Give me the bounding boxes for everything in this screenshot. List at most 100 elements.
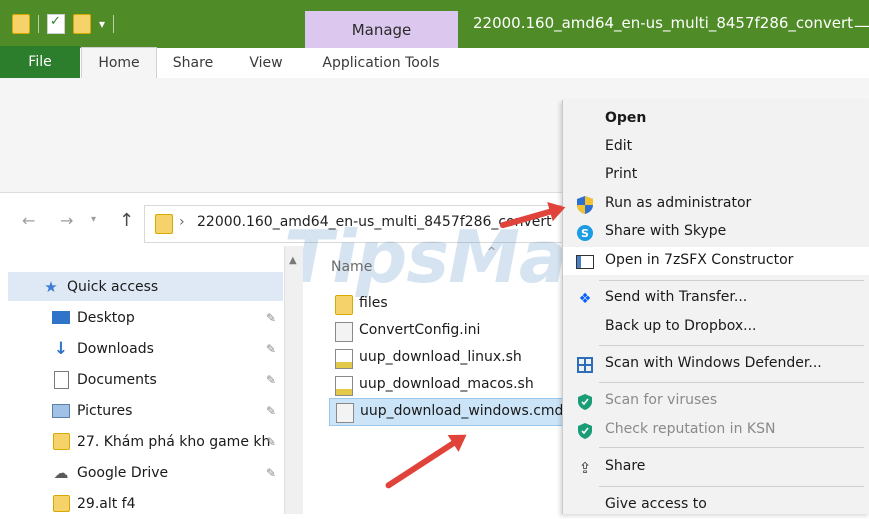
menu-item-label: Give access to xyxy=(605,496,707,512)
scroll-up-icon[interactable]: ▲ xyxy=(289,255,297,266)
ribbon-tab-bar: File Home Share View Application Tools xyxy=(0,46,869,80)
menu-separator xyxy=(599,382,864,383)
list-item[interactable]: uup_download_macos.sh xyxy=(329,372,561,398)
dropbox-icon: ❖ xyxy=(578,291,592,307)
documents-icon xyxy=(52,370,70,389)
toolbar-separator xyxy=(113,15,115,33)
desktop-icon xyxy=(52,310,70,326)
menu-item-run-as-administrator[interactable]: Run as administrator xyxy=(563,190,869,218)
annotation-arrow xyxy=(384,437,460,490)
defender-icon xyxy=(576,356,594,374)
pin-icon[interactable]: ✎ xyxy=(266,435,276,449)
nav-pane-scrollbar[interactable] xyxy=(284,246,303,514)
menu-item-label: Edit xyxy=(605,138,633,154)
menu-item-check-reputation-ksn[interactable]: Check reputation in KSN xyxy=(563,416,869,444)
pin-icon[interactable]: ✎ xyxy=(266,342,276,356)
nav-item-desktop[interactable]: Desktop ✎ xyxy=(8,303,283,332)
script-file-icon xyxy=(335,349,353,369)
folder-icon xyxy=(52,433,70,450)
properties-icon[interactable] xyxy=(47,14,65,34)
back-arrow-icon[interactable]: ← xyxy=(22,211,35,230)
pin-icon[interactable]: ✎ xyxy=(266,466,276,480)
menu-item-scan-for-viruses[interactable]: Scan for viruses xyxy=(563,387,869,415)
list-item[interactable]: uup_download_linux.sh xyxy=(329,345,561,371)
menu-item-share[interactable]: ⇪ Share xyxy=(563,453,869,481)
pictures-icon xyxy=(52,403,70,419)
nav-item-folder-27[interactable]: 27. Khám phá kho game kh ✎ xyxy=(8,427,283,456)
file-name: ConvertConfig.ini xyxy=(359,322,481,338)
menu-item-label: Check reputation in KSN xyxy=(605,421,776,437)
menu-item-label: Run as administrator xyxy=(605,195,752,211)
menu-item-back-up-to-dropbox[interactable]: Back up to Dropbox... xyxy=(563,313,869,341)
menu-item-share-with-skype[interactable]: S Share with Skype xyxy=(563,218,869,246)
column-header-name[interactable]: Name xyxy=(331,259,372,275)
file-name: uup_download_linux.sh xyxy=(359,349,522,365)
config-file-icon xyxy=(335,322,353,342)
nav-item-documents[interactable]: Documents ✎ xyxy=(8,365,283,394)
menu-item-label: Open in 7zSFX Constructor xyxy=(605,252,794,268)
folder-icon xyxy=(52,495,70,512)
nav-item-quick-access[interactable]: ★ Quick access xyxy=(8,272,283,301)
list-item-selected[interactable]: uup_download_windows.cmd xyxy=(329,398,563,426)
download-icon: ↓ xyxy=(53,338,69,359)
pin-icon[interactable]: ✎ xyxy=(266,373,276,387)
tab-share[interactable]: Share xyxy=(158,48,228,78)
menu-item-open[interactable]: Open xyxy=(563,105,869,133)
cmd-file-icon xyxy=(336,403,354,423)
menu-item-print[interactable]: Print xyxy=(563,161,869,189)
menu-separator xyxy=(599,447,864,448)
pin-icon[interactable]: ✎ xyxy=(266,311,276,325)
file-name: files xyxy=(359,295,388,311)
manage-context-tab[interactable]: Manage xyxy=(305,11,458,48)
cloud-icon: ☁ xyxy=(53,463,69,482)
tab-file[interactable]: File xyxy=(0,46,80,78)
forward-arrow-icon[interactable]: → xyxy=(60,211,73,230)
menu-separator xyxy=(599,280,864,281)
menu-separator xyxy=(599,345,864,346)
menu-item-open-in-7zsfx[interactable]: Open in 7zSFX Constructor xyxy=(563,247,869,275)
quick-access-toolbar: ▾ xyxy=(12,12,115,36)
menu-item-scan-with-defender[interactable]: Scan with Windows Defender... xyxy=(563,350,869,378)
tab-home[interactable]: Home xyxy=(81,47,157,80)
context-menu: Open Edit Print Run as administrator S S… xyxy=(562,100,869,514)
nav-item-label: Quick access xyxy=(67,278,159,295)
up-arrow-icon[interactable]: ↑ xyxy=(119,210,134,231)
kaspersky-icon xyxy=(576,393,594,411)
file-name: uup_download_windows.cmd xyxy=(360,403,564,419)
pin-icon[interactable]: ✎ xyxy=(266,404,276,418)
nav-item-google-drive[interactable]: ☁ Google Drive ✎ xyxy=(8,458,283,487)
nav-item-label: Documents xyxy=(77,371,157,388)
menu-item-label: Share xyxy=(605,458,646,474)
minimize-button[interactable]: — xyxy=(854,16,869,35)
folder-icon[interactable] xyxy=(12,14,30,34)
new-folder-icon[interactable] xyxy=(73,14,91,34)
chevron-down-icon[interactable]: ▾ xyxy=(99,17,105,31)
nav-item-downloads[interactable]: ↓ Downloads ✎ xyxy=(8,334,283,363)
window-title: 22000.160_amd64_en-us_multi_8457f286_con… xyxy=(473,14,854,32)
menu-item-edit[interactable]: Edit xyxy=(563,133,869,161)
navigation-pane: ★ Quick access Desktop ✎ ↓ Downloads ✎ D… xyxy=(8,268,283,514)
sfx-icon xyxy=(576,253,594,271)
breadcrumb-chevron-icon[interactable]: › xyxy=(179,214,185,230)
recent-locations-chevron-icon[interactable]: ▾ xyxy=(91,214,96,225)
menu-item-give-access-to[interactable]: Give access to xyxy=(563,491,869,519)
nav-item-label: Desktop xyxy=(77,309,135,326)
tab-application-tools[interactable]: Application Tools xyxy=(306,48,456,78)
menu-separator xyxy=(599,486,864,487)
kaspersky-icon xyxy=(576,422,594,440)
menu-item-label: Print xyxy=(605,166,638,182)
sort-ascending-icon: ^ xyxy=(487,245,497,258)
share-icon: ⇪ xyxy=(578,459,592,477)
file-name: uup_download_macos.sh xyxy=(359,376,534,392)
list-item[interactable]: ConvertConfig.ini xyxy=(329,318,561,344)
ribbon-fragment xyxy=(570,85,869,101)
uac-shield-icon xyxy=(576,196,594,214)
nav-item-pictures[interactable]: Pictures ✎ xyxy=(8,396,283,425)
menu-item-label: Scan with Windows Defender... xyxy=(605,355,822,371)
tab-view[interactable]: View xyxy=(236,48,296,78)
menu-item-send-with-transfer[interactable]: ❖ Send with Transfer... xyxy=(563,284,869,312)
script-file-icon xyxy=(335,376,353,396)
list-item[interactable]: files xyxy=(329,291,561,317)
nav-item-label: Google Drive xyxy=(77,464,169,481)
folder-icon xyxy=(335,295,353,315)
